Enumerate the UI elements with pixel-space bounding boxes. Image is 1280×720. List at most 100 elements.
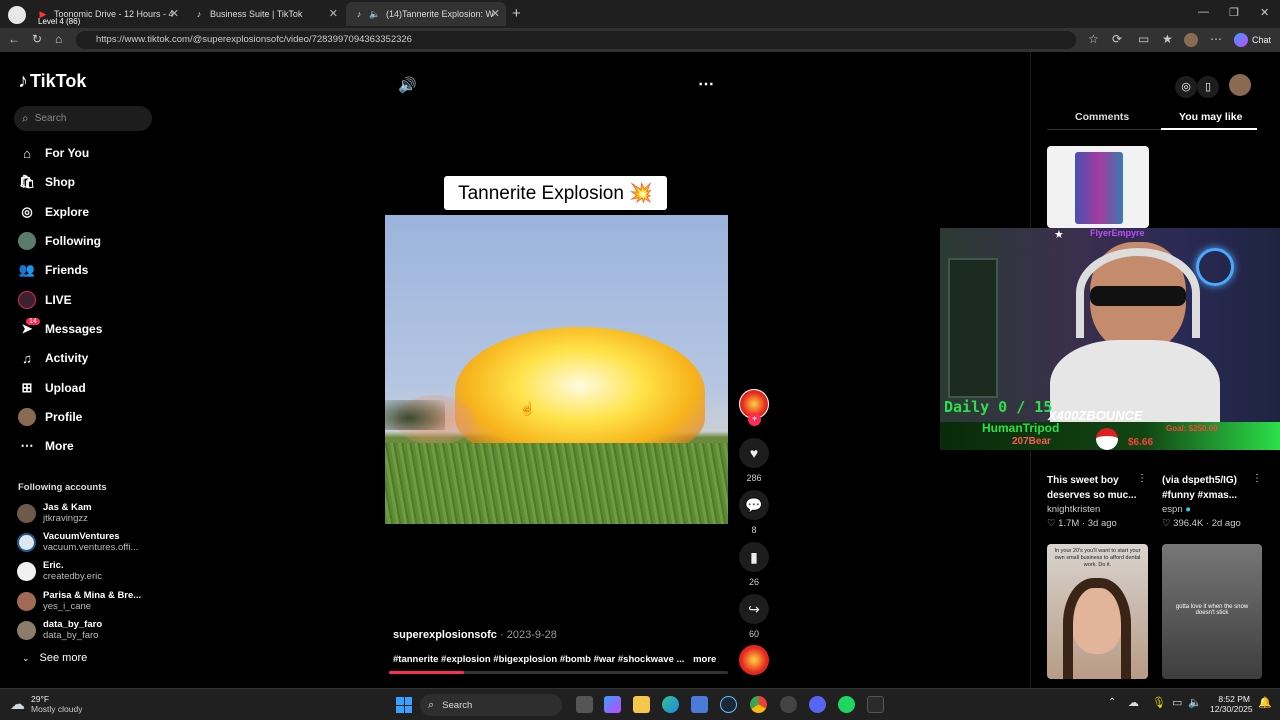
copilot-icon[interactable] <box>604 696 621 713</box>
share-button[interactable]: ↪ <box>739 594 769 624</box>
sidebar-item-activity[interactable]: ♫ Activity <box>18 346 88 370</box>
weather-widget[interactable]: ☁ 29°F Mostly cloudy <box>10 694 83 714</box>
favorite-icon[interactable]: ☆ <box>1088 32 1099 46</box>
close-icon[interactable]: ✕ <box>170 7 179 20</box>
taskbar-search[interactable]: ⌕ Search <box>420 694 562 716</box>
save-button[interactable]: ▮ <box>739 542 769 572</box>
speaker-icon[interactable]: 🔈 <box>1188 696 1202 709</box>
minimize-icon[interactable]: — <box>1198 6 1209 18</box>
network-icon[interactable]: ▭ <box>1172 696 1182 709</box>
tab-2[interactable]: ♪ Business Suite | TikTok ✕ <box>186 2 344 26</box>
device-icon[interactable]: ▯ <box>1197 76 1219 98</box>
sidebar-item-upload[interactable]: ⊞ Upload <box>18 376 86 400</box>
card-options-icon[interactable]: ⋮ <box>1137 473 1147 484</box>
sidebar-item-profile[interactable]: Profile <box>18 405 82 429</box>
close-icon[interactable]: ✕ <box>491 7 500 20</box>
follow-plus-icon[interactable]: + <box>748 413 761 426</box>
see-more-button[interactable]: ⌄ See more <box>22 652 87 664</box>
copilot-icon[interactable] <box>1234 33 1248 47</box>
account-item[interactable]: VacuumVentures vacuum.ventures.offi... <box>17 531 138 553</box>
steam-icon[interactable] <box>720 696 737 713</box>
onedrive-icon[interactable]: ☁ <box>1128 696 1139 709</box>
task-view-icon[interactable] <box>576 696 593 713</box>
tab-3-title: (14)Tannerite Explosion: With <box>386 9 494 19</box>
chat-label[interactable]: Chat <box>1252 35 1271 45</box>
store-icon[interactable] <box>691 696 708 713</box>
like-button[interactable]: ♥ <box>739 438 769 468</box>
sidebar-item-more[interactable]: ⋯ More <box>18 434 74 458</box>
sound-disc-icon[interactable] <box>739 645 769 675</box>
tab-comments[interactable]: Comments <box>1075 111 1129 123</box>
more-options-icon[interactable]: ⋯ <box>698 74 714 94</box>
tab-3[interactable]: ♪ 🔈 (14)Tannerite Explosion: With ✕ <box>346 2 506 26</box>
comment-button[interactable]: 💬 <box>739 490 769 520</box>
tiktok-logo[interactable]: ♪ TikTok <box>18 70 86 93</box>
maximize-icon[interactable]: ❐ <box>1229 6 1239 19</box>
sidebar-item-following[interactable]: Following <box>18 229 101 253</box>
tiktok-icon: ♪ <box>196 9 202 19</box>
discord-icon[interactable] <box>809 696 826 713</box>
card-author[interactable]: espn ● <box>1162 504 1191 515</box>
hashtags[interactable]: #tannerite #explosion #bigexplosion #bom… <box>393 654 684 665</box>
account-item[interactable]: Parisa & Mina & Bre... yes_i_cane <box>17 590 141 612</box>
card-options-icon[interactable]: ⋮ <box>1252 473 1262 484</box>
avatar[interactable] <box>1229 74 1251 96</box>
more-icon[interactable]: ⋯ <box>1210 32 1222 46</box>
new-tab-button[interactable]: + <box>512 5 521 22</box>
microphone-icon[interactable]: 🎙 <box>1152 696 1166 709</box>
see-more-label: See more <box>39 652 88 664</box>
goal-text: Goal: $250.00 <box>1166 424 1218 433</box>
card-author[interactable]: knightkristen <box>1047 504 1100 515</box>
search-placeholder: Search <box>34 113 67 124</box>
video-progress-track[interactable] <box>389 671 728 674</box>
spotify-icon[interactable] <box>838 696 855 713</box>
sidebar-item-label: Explore <box>45 205 90 219</box>
windows-start-icon[interactable] <box>396 697 412 713</box>
speaker-icon[interactable]: 🔈 <box>369 9 380 19</box>
sidebar-item-label: Profile <box>45 410 83 424</box>
extensions-icon[interactable]: ⟳ <box>1112 32 1122 46</box>
caption-more-button[interactable]: more <box>693 654 716 665</box>
card-title[interactable]: This sweet boy deserves so muc... <box>1047 473 1149 503</box>
back-icon[interactable]: ← <box>8 32 20 46</box>
browser-menu-icon[interactable] <box>8 6 26 24</box>
close-window-icon[interactable]: ✕ <box>1260 6 1269 19</box>
obs-icon[interactable] <box>780 696 797 713</box>
search-input[interactable]: ⌕ Search <box>14 106 152 131</box>
suggested-thumbnail[interactable]: In your 20's you'll want to start your o… <box>1047 544 1148 679</box>
tab-you-may-like[interactable]: You may like <box>1179 111 1242 123</box>
notification-bell-icon[interactable]: 🔔 <box>1258 696 1272 709</box>
profile-avatar[interactable] <box>1184 33 1198 47</box>
terminal-icon[interactable] <box>867 696 884 713</box>
clock[interactable]: 8:52 PM 12/30/2025 <box>1210 694 1253 714</box>
suggested-thumbnail[interactable] <box>1047 146 1149 228</box>
favorites-icon[interactable]: ★ <box>1162 32 1173 46</box>
close-icon[interactable]: ✕ <box>329 7 338 20</box>
sidebar-item-for-you[interactable]: ⌂ For You <box>18 141 89 165</box>
file-explorer-icon[interactable] <box>633 696 650 713</box>
alert-name-1: HumanTripod <box>982 421 1060 435</box>
compass-icon[interactable]: ◎ <box>1175 76 1197 98</box>
weather-temp: 29°F <box>31 694 50 704</box>
home-icon[interactable]: ⌂ <box>55 32 62 46</box>
sidebar-item-explore[interactable]: ◎ Explore <box>18 200 89 224</box>
toy-figures <box>1075 152 1123 224</box>
account-item[interactable]: data_by_faro data_by_faro <box>17 619 102 641</box>
account-item[interactable]: Eric. createdby.eric <box>17 560 102 582</box>
chevron-down-icon: ⌄ <box>22 652 30 663</box>
video-player[interactable]: ☝ <box>385 215 728 524</box>
sidebar-item-friends[interactable]: 👥 Friends <box>18 258 88 282</box>
card-title[interactable]: (via dspeth5/IG) #funny #xmas... <box>1162 473 1262 503</box>
url-field[interactable]: https://www.tiktok.com/@superexplosionso… <box>76 31 1076 49</box>
edge-icon[interactable] <box>662 696 679 713</box>
sidebar-item-shop[interactable]: 🛍 Shop <box>18 170 75 194</box>
author-name[interactable]: superexplosionsofc <box>393 629 497 641</box>
volume-icon[interactable]: 🔊 <box>398 76 417 94</box>
sidebar-item-live[interactable]: LIVE <box>18 288 72 312</box>
tray-chevron-icon[interactable]: ⌃ <box>1108 697 1116 708</box>
chrome-icon[interactable] <box>750 696 767 713</box>
suggested-thumbnail[interactable]: gotta love it when the snow doesn't stic… <box>1162 544 1262 679</box>
account-item[interactable]: Jas & Kam jtkravingzz <box>17 502 92 524</box>
reload-icon[interactable]: ↻ <box>32 32 42 46</box>
split-screen-icon[interactable]: ▭ <box>1138 32 1149 46</box>
